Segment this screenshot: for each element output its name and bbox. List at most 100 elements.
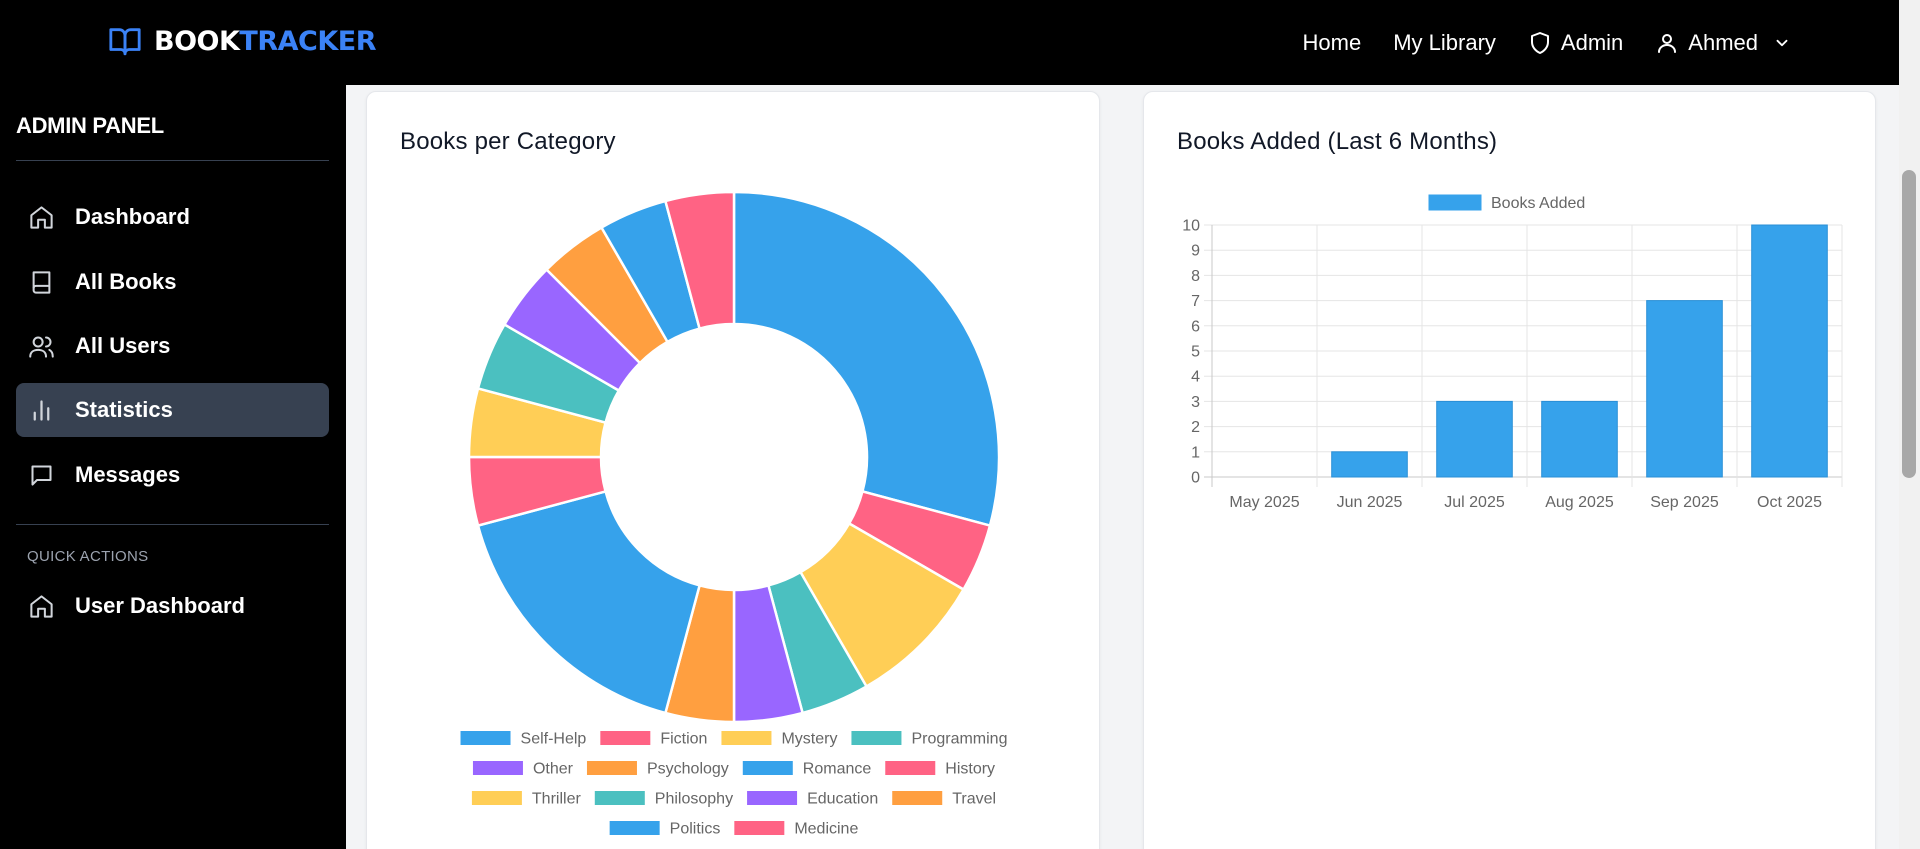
chevron-down-icon [1776, 39, 1788, 46]
nav-home-label: Home [1302, 29, 1362, 55]
y-tick-label: 7 [1191, 293, 1200, 310]
users-icon [29, 335, 54, 358]
legend-item-travel[interactable]: Travel [892, 791, 996, 808]
legend-label: Programming [911, 731, 1007, 748]
sidebar-title: ADMIN PANEL [16, 113, 164, 138]
legend-item-politics[interactable]: Politics [609, 821, 721, 838]
x-tick-label: Oct 2025 [1757, 494, 1822, 511]
legend-item-history[interactable]: History [885, 761, 995, 778]
legend-label: Mystery [781, 731, 837, 748]
y-tick-label: 0 [1191, 470, 1200, 487]
legend-item-psychology[interactable]: Psychology [586, 761, 729, 778]
bar-sep-2025[interactable] [1646, 300, 1723, 478]
legend-item-self-help[interactable]: Self-Help [460, 731, 587, 748]
brand-logo[interactable]: BOOKTRACKER [106, 24, 376, 58]
y-tick-label: 3 [1191, 394, 1200, 411]
home-icon [30, 594, 53, 618]
books-added-bar-chart: Books Added 0 1 2 3 4 5 6 7 8 9 10 May 2025 Jun 2025 J… [1182, 194, 1843, 511]
message-icon [31, 464, 52, 486]
x-tick-label: Jul 2025 [1444, 494, 1505, 511]
legend-item-mystery[interactable]: Mystery [721, 731, 837, 748]
y-tick-label: 4 [1191, 369, 1200, 386]
books-per-category-card: Books per Category Self-Help Fiction Myste… [366, 91, 1100, 849]
x-tick-label: Sep 2025 [1650, 494, 1719, 511]
legend-item-fiction[interactable]: Fiction [600, 731, 707, 748]
legend-label: Romance [803, 761, 872, 778]
legend-swatch [609, 821, 660, 835]
bar-oct-2025[interactable] [1751, 224, 1828, 478]
x-tick-label: Aug 2025 [1545, 494, 1614, 511]
nav-admin[interactable]: Admin [1528, 30, 1623, 56]
sidebar-item-dashboard[interactable]: Dashboard [16, 190, 329, 244]
quick-actions-heading: QUICK ACTIONS [27, 548, 149, 565]
y-tick-label: 6 [1191, 318, 1200, 335]
legend-label: History [945, 761, 995, 778]
y-tick-label: 5 [1191, 344, 1200, 361]
x-tick-label: Jun 2025 [1337, 494, 1403, 511]
legend-item-thriller[interactable]: Thriller [471, 791, 582, 808]
nav-home[interactable]: Home [1303, 30, 1362, 56]
books-added-card: Books Added (Last 6 Months) Books Added 0… [1143, 91, 1876, 849]
sidebar-item-all-books[interactable]: All Books [16, 255, 329, 309]
legend-item-medicine[interactable]: Medicine [734, 821, 858, 838]
user-menu[interactable]: Ahmed [1655, 30, 1791, 56]
book-open-icon [109, 28, 141, 56]
brand-name: BOOKTRACKER [154, 26, 376, 57]
legend-swatch [600, 731, 651, 745]
home-icon [30, 205, 53, 229]
legend-swatch [851, 731, 902, 745]
legend-label: Psychology [647, 761, 729, 778]
sidebar-item-user-dashboard[interactable]: User Dashboard [16, 579, 329, 633]
nav-my-library[interactable]: My Library [1393, 30, 1496, 56]
legend-label: Education [807, 791, 878, 808]
y-tick-label: 1 [1191, 444, 1200, 461]
legend-label: Travel [952, 791, 996, 808]
sidebar-item-all-users[interactable]: All Users [16, 319, 329, 373]
book-icon [32, 270, 51, 294]
main-nav: Home My Library Admin Ahmed [1303, 0, 1791, 85]
sidebar-divider [16, 524, 329, 525]
legend-label: Other [533, 761, 574, 778]
sidebar-item-label: Messages [75, 462, 181, 487]
page-scrollbar-thumb[interactable] [1902, 170, 1916, 478]
legend-item-education[interactable]: Education [747, 791, 878, 808]
doughnut-slice-self-help[interactable] [732, 190, 1001, 528]
sidebar-item-label: Statistics [75, 397, 173, 422]
legend-swatch [460, 731, 511, 745]
legend-label: Medicine [794, 821, 858, 838]
legend-swatch [471, 791, 522, 805]
sidebar-item-label: Dashboard [75, 204, 190, 229]
user-name: Ahmed [1688, 29, 1758, 55]
legend-swatch [747, 791, 798, 805]
nav-library-label: My Library [1393, 29, 1496, 55]
sidebar-divider [16, 160, 329, 161]
sidebar-item-statistics[interactable]: Statistics [16, 383, 329, 437]
legend-item-romance[interactable]: Romance [742, 761, 872, 778]
top-navbar: BOOKTRACKER Home My Library Admin Ahmed [0, 0, 1899, 85]
legend-item-philosophy[interactable]: Philosophy [594, 791, 733, 808]
sidebar-item-label: All Users [75, 333, 171, 358]
sidebar-item-label: User Dashboard [75, 593, 245, 618]
y-tick-label: 10 [1182, 218, 1200, 235]
sidebar-item-label: All Books [75, 269, 177, 294]
legend-swatch [586, 761, 637, 775]
legend-item-books-added[interactable]: Books Added [1428, 194, 1585, 212]
legend-swatch [892, 791, 943, 805]
brand-name-part1: BOOK [154, 25, 240, 57]
legend-item-other[interactable]: Other [472, 761, 574, 778]
legend-label: Thriller [532, 791, 582, 808]
admin-sidebar: ADMIN PANEL Dashboard All Books All User… [0, 85, 346, 849]
y-tick-label: 2 [1191, 419, 1200, 436]
doughnut-slice-romance[interactable] [476, 489, 702, 715]
nav-admin-label: Admin [1560, 29, 1624, 55]
legend-swatch [472, 761, 523, 775]
shield-icon [1530, 31, 1549, 54]
bar-jun-2025[interactable] [1331, 451, 1408, 478]
bar-jul-2025[interactable] [1436, 400, 1513, 478]
bar-aug-2025[interactable] [1541, 400, 1618, 478]
legend-item-programming[interactable]: Programming [851, 731, 1007, 748]
legend-swatch [734, 821, 785, 835]
sidebar-item-messages[interactable]: Messages [16, 448, 329, 502]
user-icon [1658, 33, 1677, 53]
y-tick-label: 9 [1191, 243, 1200, 260]
